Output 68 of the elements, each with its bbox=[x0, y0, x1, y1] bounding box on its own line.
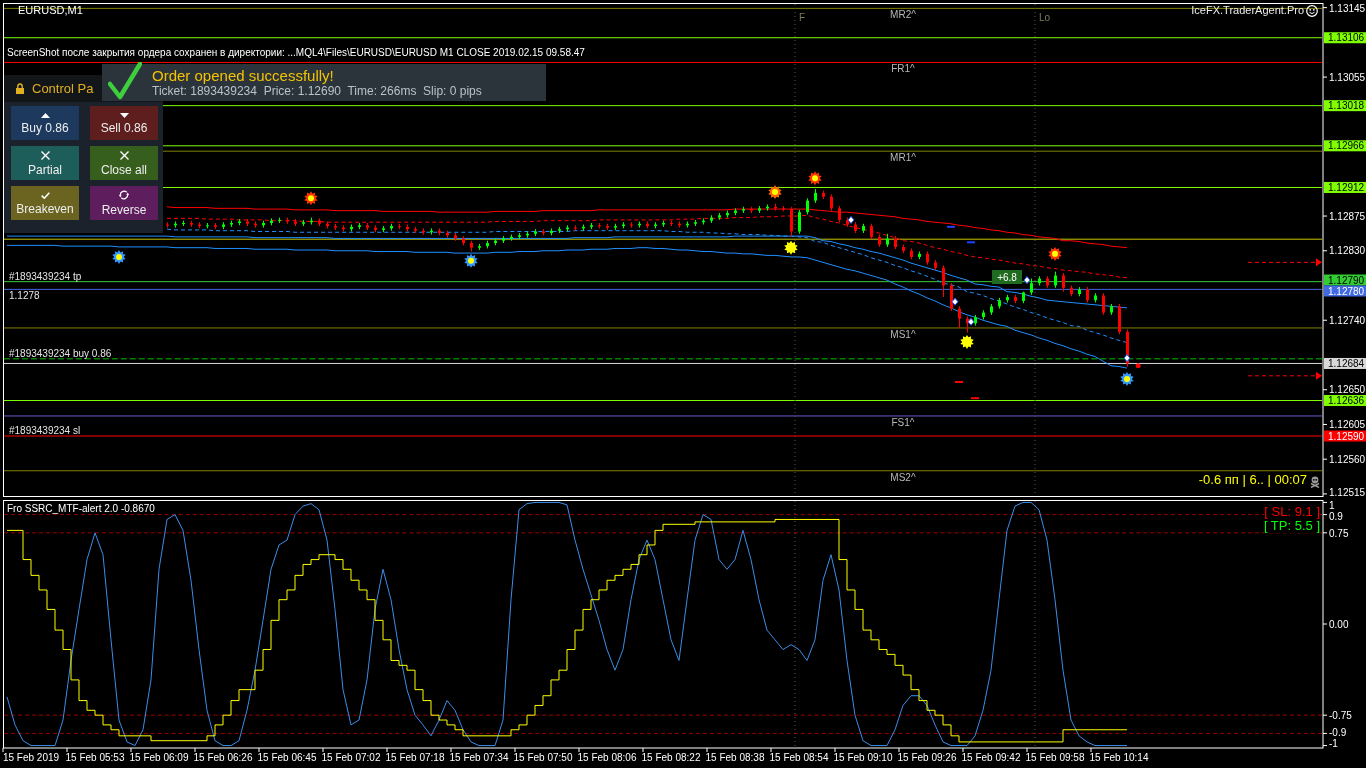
time-axis-label: 15 Feb 08:54 bbox=[769, 752, 829, 763]
notification-details: Ticket: 1893439234 Price: 1.12690 Time: 266ms Slip: 0 pips bbox=[152, 83, 482, 99]
screenshot-saved-message: ScreenShot после закрытия ордера сохранен в директории: ...MQL4\Files\EURUSD\EURUSD M1 CLOSE 2019.02.15 09.58.47 bbox=[7, 47, 585, 59]
brand-label: IceFX.TraderAgent.Pro bbox=[1191, 4, 1304, 17]
pivot-level-label: FS1^ bbox=[891, 416, 915, 428]
order-line-label: #1893439234 buy 0.86 bbox=[9, 347, 112, 359]
indicator-axis-label: 0.9 bbox=[1329, 511, 1343, 522]
price-axis-label: 1.12830 bbox=[1329, 245, 1366, 257]
time-axis-label: 15 Feb 09:58 bbox=[1025, 752, 1085, 763]
indicator-axis-label: -0.75 bbox=[1329, 710, 1352, 722]
pivot-level-label: FR1^ bbox=[891, 63, 915, 75]
price-tag: 1.12684 bbox=[1324, 357, 1366, 369]
time-axis-label: 15 Feb 06:26 bbox=[193, 752, 253, 763]
profit-label: +6.8 bbox=[992, 270, 1022, 284]
y-tick-label: 1.12636 bbox=[1328, 395, 1365, 407]
price-tag: 1.13106 bbox=[1324, 32, 1366, 44]
price-axis-label: 1.12650 bbox=[1329, 384, 1366, 396]
status-readout: -0.6 пп | 6.. | 00:07 bbox=[1198, 472, 1307, 488]
price-tag: 1.13018 bbox=[1324, 100, 1366, 112]
price-tag: 1.12966 bbox=[1324, 140, 1366, 152]
time-axis-label: 15 Feb 08:06 bbox=[577, 752, 637, 763]
time-axis-label: 15 Feb 09:26 bbox=[897, 752, 957, 763]
time-axis-label: 15 Feb 08:22 bbox=[641, 752, 701, 763]
indicator-axis-label: -1 bbox=[1329, 738, 1338, 749]
indicator-axis-label: 0.75 bbox=[1329, 527, 1349, 539]
price-axis-label: 1.12560 bbox=[1329, 453, 1366, 465]
indicator-axis-label: 0.00 bbox=[1329, 619, 1349, 630]
price-axis-label: 1.12605 bbox=[1329, 418, 1366, 430]
pivot-level-label: MR2^ bbox=[890, 9, 916, 21]
time-axis-label: 15 Feb 07:02 bbox=[321, 752, 381, 763]
period-label: Lo bbox=[1039, 12, 1051, 23]
indicator-axis-label: 1 bbox=[1329, 500, 1335, 511]
time-axis-label: 15 Feb 09:10 bbox=[833, 752, 893, 763]
y-tick-label: 1.12912 bbox=[1328, 181, 1365, 193]
pivot-level-label: MS2^ bbox=[890, 471, 916, 483]
alert-readout: [ TP: 5.5 ] bbox=[1263, 519, 1320, 533]
control-panel-title: Control Pa bbox=[32, 81, 94, 96]
pivot-level-label: MR1^ bbox=[890, 152, 916, 164]
notification-title: Order opened successfully! bbox=[152, 66, 334, 84]
chart-symbol-title: EURUSD,M1 bbox=[18, 4, 83, 17]
time-axis-label: 15 Feb 06:45 bbox=[257, 752, 317, 763]
alert-readout: [ SL: 9.1 ] bbox=[1264, 505, 1320, 519]
time-axis-label: 15 Feb 09:42 bbox=[961, 752, 1021, 763]
price-axis-label: 1.12740 bbox=[1329, 314, 1366, 326]
price-tag: 1.12780 bbox=[1324, 285, 1366, 297]
price-axis-label: 1.13145 bbox=[1329, 3, 1366, 14]
order-line-label: #1893439234 tp bbox=[9, 270, 82, 282]
time-axis-label: 15 Feb 06:09 bbox=[129, 752, 189, 763]
price-axis-label: 1.12875 bbox=[1329, 210, 1366, 222]
time-axis-label: 15 Feb 05:53 bbox=[65, 752, 125, 763]
time-axis-label: 15 Feb 07:34 bbox=[449, 752, 509, 763]
indicator-title: Fro SSRC_MTF-alert 2.0 -0.8670 bbox=[7, 503, 155, 515]
pivot-level-label: MS1^ bbox=[890, 328, 916, 340]
period-label: F bbox=[799, 12, 806, 23]
price-tag: 1.12790 bbox=[1324, 274, 1366, 286]
indicator-axis-label: -0.9 bbox=[1329, 727, 1347, 738]
time-axis-label: 15 Feb 08:38 bbox=[705, 752, 765, 763]
order-line-label: 1.1278 bbox=[9, 290, 40, 302]
time-axis-label: 15 Feb 07:18 bbox=[385, 752, 445, 763]
price-axis-label: 1.12515 bbox=[1329, 487, 1366, 498]
price-tag: 1.12636 bbox=[1324, 395, 1366, 406]
time-axis-label: 15 Feb 10:14 bbox=[1089, 752, 1149, 763]
time-axis-label: 15 Feb 07:50 bbox=[513, 752, 573, 763]
time-axis-label: 15 Feb 2019 bbox=[2, 752, 60, 763]
price-axis-label: 1.13055 bbox=[1329, 71, 1366, 83]
price-tag: 1.12912 bbox=[1324, 182, 1366, 193]
price-tag: 1.12590 bbox=[1324, 430, 1366, 442]
order-line-label: #1893439234 sl bbox=[9, 425, 81, 436]
